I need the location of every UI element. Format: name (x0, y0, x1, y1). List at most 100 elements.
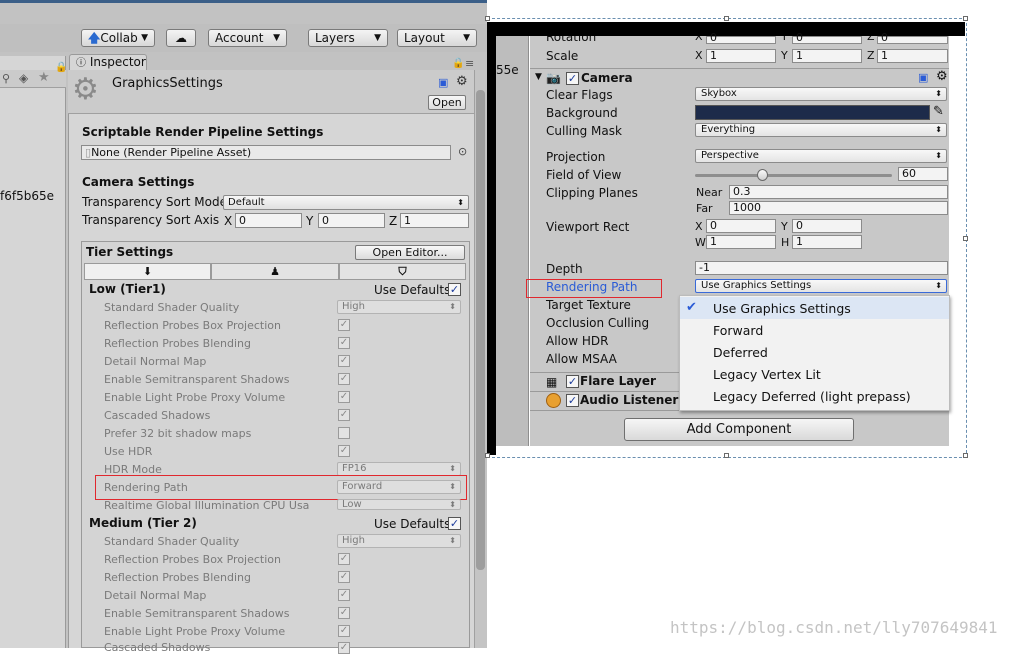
fov-slider-thumb[interactable] (756, 169, 768, 181)
popup-item-forward[interactable]: Forward (713, 323, 763, 338)
resize-handle[interactable] (963, 236, 968, 241)
tab-inspector-label: Inspector (89, 55, 146, 69)
tier1-checkbox[interactable] (338, 427, 350, 439)
tier1-checkbox[interactable]: ✓ (338, 355, 350, 367)
tier1-use-defaults-label: Use Defaults (374, 283, 451, 297)
scale-x-field[interactable]: 1 (706, 49, 776, 63)
popup-item-deferred[interactable]: Deferred (713, 345, 768, 360)
clear-flags-dropdown[interactable]: Skybox ⬍ (695, 87, 947, 101)
tier1-checkbox[interactable]: ✓ (338, 445, 350, 457)
viewport-x-value: 0 (710, 219, 717, 232)
audio-listener-checkbox[interactable]: ✓ (566, 394, 579, 407)
tier1-use-defaults-checkbox[interactable]: ✓ (448, 283, 461, 296)
hierarchy-item-label[interactable]: 55e (496, 63, 519, 77)
tier1-row-label: Enable Light Probe Proxy Volume (104, 391, 286, 404)
tier2-checkbox[interactable]: ✓ (338, 571, 350, 583)
axis-w-label: W (695, 236, 706, 249)
cloud-services-button[interactable]: ☁ (166, 29, 196, 47)
resize-handle[interactable] (724, 453, 729, 458)
tier1-checkbox[interactable]: ✓ (338, 391, 350, 403)
popup-item-legacy-deferred[interactable]: Legacy Deferred (light prepass) (713, 389, 911, 404)
rotation-x-field[interactable]: 0 (706, 32, 776, 44)
open-editor-button[interactable]: Open Editor... (355, 245, 465, 260)
projection-dropdown[interactable]: Perspective ⬍ (695, 149, 947, 163)
tier1-checkbox[interactable]: ✓ (338, 337, 350, 349)
star-icon[interactable]: ★ (38, 70, 50, 85)
tab-platform-webgl[interactable]: ⛉ (339, 263, 466, 280)
background-color-swatch[interactable] (695, 105, 930, 120)
far-field[interactable]: 1000 (729, 201, 948, 215)
help-icon[interactable]: ▣ (918, 71, 928, 84)
menu-icon[interactable]: ≡ (465, 57, 474, 70)
tier2-checkbox[interactable]: ✓ (338, 607, 350, 619)
sort-axis-z-field[interactable]: 1 (400, 213, 469, 228)
tier1-shader-quality-dropdown[interactable]: High ⬍ (337, 300, 461, 314)
tab-platform-standalone[interactable]: ⬇ (84, 263, 211, 280)
filter-icon[interactable]: ⚲ (2, 72, 10, 85)
srp-asset-field[interactable]: ▯None (Render Pipeline Asset) (81, 145, 451, 160)
lock-icon[interactable]: 🔒 (55, 62, 67, 73)
near-field[interactable]: 0.3 (729, 185, 948, 199)
account-dropdown[interactable]: Account ▼ (208, 29, 287, 47)
popup-item-legacy-vertex-lit[interactable]: Legacy Vertex Lit (713, 367, 821, 382)
tier1-checkbox[interactable]: ✓ (338, 319, 350, 331)
viewport-y-value: 0 (796, 219, 803, 232)
scale-z-field[interactable]: 1 (877, 49, 948, 63)
settings-gear-icon[interactable]: ⚙ (456, 74, 468, 89)
tier2-shader-quality-dropdown[interactable]: High ⬍ (337, 534, 461, 548)
tier2-checkbox[interactable]: ✓ (338, 625, 350, 637)
tier2-use-defaults-checkbox[interactable]: ✓ (448, 517, 461, 530)
scrollbar-thumb[interactable] (476, 90, 485, 570)
flare-layer-icon: ▦ (546, 375, 558, 389)
tier2-checkbox[interactable]: ✓ (338, 642, 350, 654)
rotation-y-field[interactable]: 0 (792, 32, 862, 44)
rotation-z-field[interactable]: 0 (877, 32, 948, 44)
sort-axis-x-field[interactable]: 0 (235, 213, 302, 228)
sort-mode-dropdown[interactable]: Default ⬍ (223, 195, 469, 210)
viewport-h-field[interactable]: 1 (792, 235, 862, 249)
fov-slider-track[interactable] (695, 174, 892, 177)
dropdown-arrow-icon: ▼ (141, 33, 148, 43)
open-button[interactable]: Open (428, 95, 466, 110)
tier1-gi-cpu-dropdown[interactable]: Low ⬍ (337, 499, 461, 510)
tier2-checkbox[interactable]: ✓ (338, 589, 350, 601)
resize-handle[interactable] (963, 453, 968, 458)
foldout-arrow-icon[interactable]: ▼ (535, 72, 542, 82)
tier1-row-label: Use HDR (104, 445, 153, 458)
tier1-checkbox[interactable]: ✓ (338, 373, 350, 385)
tab-platform-android[interactable]: ♟ (211, 263, 339, 280)
resize-handle[interactable] (485, 453, 490, 458)
collab-button[interactable]: 🡅Collab ▼ (81, 29, 155, 47)
help-icon[interactable]: ▣ (438, 76, 448, 89)
camera-enabled-checkbox[interactable]: ✓ (566, 72, 579, 85)
rendering-path-dropdown[interactable]: Use Graphics Settings ⬍ (695, 279, 947, 293)
lock-icon[interactable]: 🔒 (452, 58, 464, 69)
resize-handle[interactable] (963, 16, 968, 21)
viewport-x-field[interactable]: 0 (706, 219, 776, 233)
tier2-checkbox[interactable]: ✓ (338, 553, 350, 565)
eyedropper-icon[interactable]: ✎ (933, 104, 944, 119)
settings-gear-icon[interactable]: ⚙ (936, 69, 948, 84)
fov-field[interactable]: 60 (898, 167, 948, 181)
object-picker-icon[interactable]: ⊙ (458, 145, 467, 158)
resize-handle[interactable] (485, 16, 490, 21)
info-icon: ⓘ (76, 58, 86, 69)
tab-inspector[interactable]: ⓘ Inspector (69, 54, 147, 71)
culling-mask-dropdown[interactable]: Everything ⬍ (695, 123, 947, 137)
tier1-hdr-mode-dropdown[interactable]: FP16 ⬍ (337, 462, 461, 476)
layout-dropdown[interactable]: Layout ▼ (397, 29, 477, 47)
layers-dropdown[interactable]: Layers ▼ (308, 29, 388, 47)
add-component-button[interactable]: Add Component (624, 418, 854, 441)
scale-y-field[interactable]: 1 (792, 49, 862, 63)
rendering-path-value: Use Graphics Settings (701, 280, 812, 291)
viewport-w-field[interactable]: 1 (706, 235, 776, 249)
tier1-checkbox[interactable]: ✓ (338, 409, 350, 421)
depth-field[interactable]: -1 (695, 261, 948, 275)
hierarchy-item-label[interactable]: f6f5b65e (0, 189, 54, 203)
popup-item-use-graphics-settings[interactable]: Use Graphics Settings (713, 301, 851, 316)
sort-axis-y-field[interactable]: 0 (318, 213, 385, 228)
tag-icon[interactable]: ◈ (19, 71, 28, 85)
resize-handle[interactable] (724, 16, 729, 21)
viewport-y-field[interactable]: 0 (792, 219, 862, 233)
flare-layer-checkbox[interactable]: ✓ (566, 375, 579, 388)
